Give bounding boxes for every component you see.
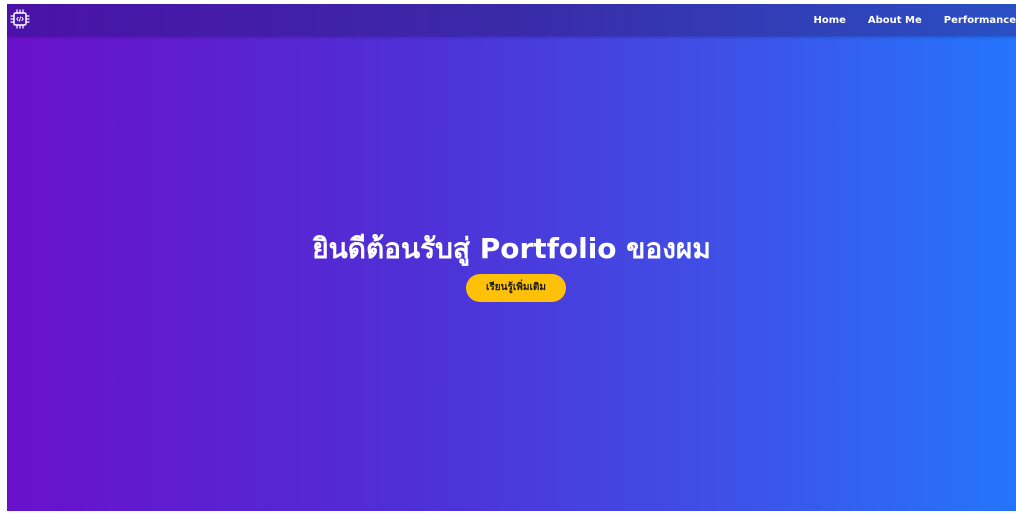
navbar: Home About Me Performance bbox=[7, 4, 1016, 36]
nav-link-home[interactable]: Home bbox=[813, 15, 845, 26]
circuit-chip-code-icon[interactable] bbox=[9, 8, 31, 30]
learn-more-button[interactable]: เรียนรู้เพิ่มเติม bbox=[466, 274, 566, 302]
nav-link-about-me[interactable]: About Me bbox=[868, 15, 922, 26]
nav-links: Home About Me Performance bbox=[791, 4, 1016, 36]
hero-title: ยินดีต้อนรับสู่ Portfolio ของผม bbox=[312, 232, 711, 265]
hero-section: ยินดีต้อนรับสู่ Portfolio ของผม เรียนรู้… bbox=[7, 36, 1016, 511]
nav-link-performance[interactable]: Performance bbox=[944, 15, 1016, 26]
page-frame: Home About Me Performance ยินดีต้อนรับสู… bbox=[7, 4, 1016, 511]
